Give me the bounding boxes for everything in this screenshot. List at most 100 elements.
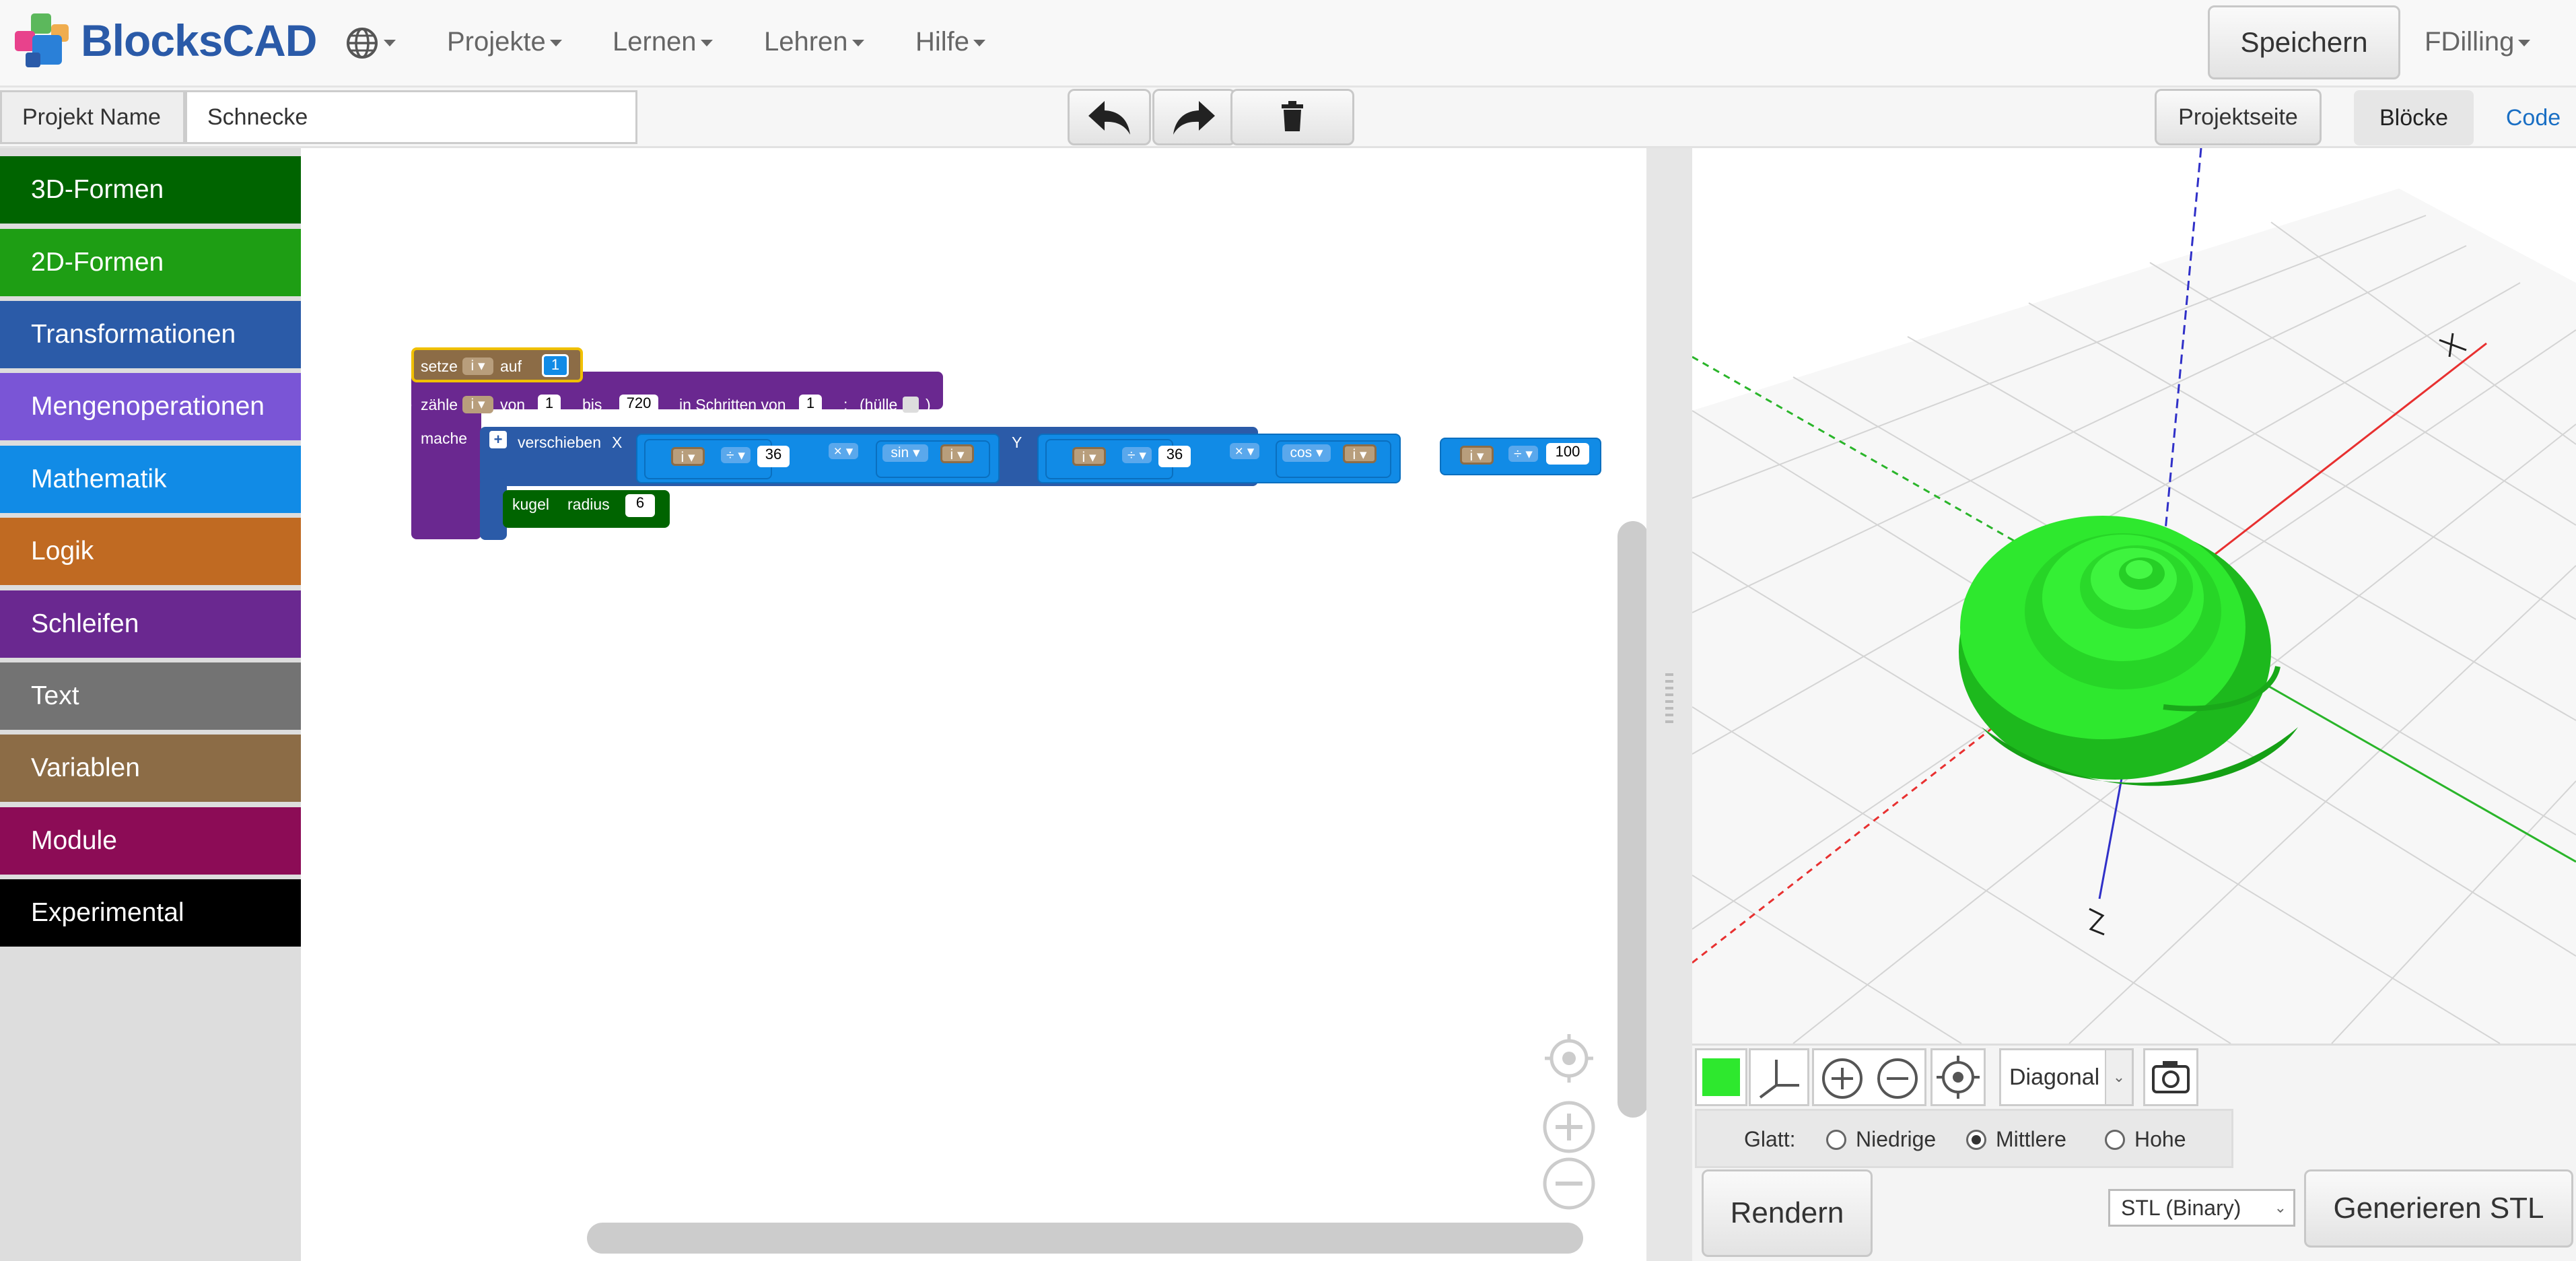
translate-x-keyword: X [612, 434, 623, 451]
render-viewport[interactable] [1692, 148, 2576, 1044]
category-text[interactable]: Text [0, 662, 301, 730]
sphere-radius-field[interactable]: 6 [625, 494, 655, 517]
export-format-select[interactable]: STL (Binary) ⌄ [2108, 1189, 2295, 1227]
operator-label: ÷ [726, 448, 734, 463]
zoom-in-icon[interactable] [1542, 1100, 1596, 1154]
horizontal-scrollbar[interactable] [587, 1223, 1583, 1254]
tab-bloecke[interactable]: Blöcke [2354, 90, 2474, 145]
menu-hilfe[interactable]: Hilfe [915, 27, 986, 57]
z-div-operator[interactable]: ÷ ▾ [1508, 446, 1538, 462]
radio-niedrige[interactable] [1826, 1130, 1846, 1150]
screenshot-button[interactable] [2143, 1048, 2198, 1106]
x-div-value[interactable]: 36 [757, 446, 790, 467]
render-scene [1692, 148, 2576, 1044]
x-var-block[interactable]: i ▾ [671, 447, 705, 466]
sin-dropdown[interactable]: sin ▾ [882, 444, 928, 462]
block-categories: 3D-Formen 2D-Formen Transformationen Men… [0, 148, 301, 1261]
zoom-out-icon[interactable] [1542, 1157, 1596, 1211]
menu-lernen[interactable]: Lernen [613, 27, 713, 57]
zoom-in-icon[interactable] [1821, 1057, 1864, 1100]
radio-label-niedrige: Niedrige [1856, 1127, 1937, 1151]
var-name: i [681, 450, 685, 465]
radio-label-mittlere: Mittlere [1996, 1127, 2066, 1151]
language-menu[interactable] [345, 26, 396, 61]
cos-dropdown[interactable]: cos ▾ [1282, 444, 1331, 462]
x-division [644, 439, 772, 479]
category-logik[interactable]: Logik [0, 518, 301, 585]
set-keyword: setze [421, 357, 458, 375]
top-navbar: BlocksCAD Projekte Lernen Lehren Hilfe S… [0, 0, 2576, 88]
loop-from-field[interactable]: 1 [538, 395, 561, 416]
x-mul-operator[interactable]: × ▾ [829, 443, 858, 459]
radio-mittlere[interactable] [1966, 1130, 1986, 1150]
menu-lehren[interactable]: Lehren [764, 27, 864, 57]
user-menu[interactable]: FDilling [2425, 27, 2531, 57]
recenter-icon[interactable] [1542, 1031, 1596, 1085]
reset-view-button[interactable] [1930, 1048, 1986, 1106]
category-experimental[interactable]: Experimental [0, 879, 301, 947]
y-div-operator[interactable]: ÷ ▾ [1122, 447, 1152, 463]
tab-projektseite[interactable]: Projektseite [2155, 89, 2322, 145]
project-name-label: Projekt Name [0, 90, 185, 144]
category-label: Text [31, 681, 79, 710]
save-button[interactable]: Speichern [2208, 5, 2400, 79]
z-div-value[interactable]: 100 [1546, 443, 1589, 465]
z-var-block[interactable]: i ▾ [1460, 446, 1494, 465]
project-toolbar: Projekt Name Schnecke Projektseite Blöck… [0, 88, 2576, 148]
category-2d-formen[interactable]: 2D-Formen [0, 229, 301, 296]
username: FDilling [2425, 27, 2515, 57]
radio-selected-dot [1972, 1135, 1981, 1145]
panel-splitter[interactable] [1646, 148, 1692, 1261]
x-sin-var-block[interactable]: i ▾ [940, 444, 974, 463]
set-to-keyword: auf [500, 357, 522, 375]
loop-step-field[interactable]: 1 [799, 395, 822, 416]
chevron-down-icon [549, 40, 562, 47]
trash-icon [1282, 101, 1303, 131]
menu-projekte[interactable]: Projekte [447, 27, 562, 57]
render-button[interactable]: Rendern [1702, 1169, 1873, 1257]
sphere-radius-keyword: radius [567, 496, 610, 513]
hull-checkbox[interactable] [903, 397, 919, 413]
delete-button[interactable] [1230, 89, 1354, 145]
category-schleifen[interactable]: Schleifen [0, 590, 301, 658]
view-select[interactable]: Diagonal ⌄ [1999, 1048, 2134, 1106]
category-mengenoperationen[interactable]: Mengenoperationen [0, 373, 301, 440]
tab-code[interactable]: Code [2491, 90, 2576, 145]
x-div-operator[interactable]: ÷ ▾ [721, 447, 751, 463]
y-div-value[interactable]: 36 [1158, 446, 1191, 467]
y-var-block[interactable]: i ▾ [1072, 447, 1106, 466]
category-module[interactable]: Module [0, 807, 301, 875]
loop-hull-keyword: (hülle [860, 396, 898, 413]
y-cos-var-block[interactable]: i ▾ [1343, 444, 1377, 463]
category-transformationen[interactable]: Transformationen [0, 301, 301, 368]
loop-to-field[interactable]: 720 [619, 395, 658, 416]
expand-mutator-icon[interactable]: + [489, 431, 507, 448]
vertical-scrollbar[interactable] [1617, 521, 1648, 1118]
undo-icon [1088, 101, 1130, 135]
blocks-workspace[interactable]: setze i ▾ auf 1 zähle i ▾ von 1 bis 720 … [301, 148, 1648, 1261]
undo-button[interactable] [1068, 89, 1151, 145]
loop-do-keyword: mache [421, 430, 468, 447]
smoothness-group: Glatt: Niedrige Mittlere Hohe [1695, 1109, 2233, 1168]
y-mul-operator[interactable]: × ▾ [1230, 443, 1259, 459]
generate-stl-button[interactable]: Generieren STL [2304, 1169, 2573, 1248]
loop-variable-dropdown[interactable]: i ▾ [462, 396, 493, 413]
zoom-out-icon[interactable] [1876, 1057, 1919, 1100]
target-icon [1937, 1056, 1980, 1099]
set-value-field[interactable]: 1 [542, 354, 569, 377]
project-name-input[interactable]: Schnecke [185, 90, 637, 144]
axes-toggle-button[interactable] [1749, 1048, 1809, 1106]
function-label: cos [1290, 445, 1313, 461]
menu-label: Hilfe [915, 27, 970, 57]
radio-hohe[interactable] [2105, 1130, 2125, 1150]
category-mathematik[interactable]: Mathematik [0, 446, 301, 513]
var-name: i [1352, 447, 1356, 463]
category-variablen[interactable]: Variablen [0, 735, 301, 802]
category-label: Mengenoperationen [31, 392, 265, 421]
set-variable-dropdown[interactable]: i ▾ [462, 357, 493, 375]
model-color-picker[interactable] [1695, 1048, 1747, 1106]
radio-label-hohe: Hohe [2134, 1127, 2186, 1151]
category-3d-formen[interactable]: 3D-Formen [0, 156, 301, 224]
blockscad-logo[interactable]: BlocksCAD [12, 12, 317, 73]
redo-button[interactable] [1152, 89, 1236, 145]
